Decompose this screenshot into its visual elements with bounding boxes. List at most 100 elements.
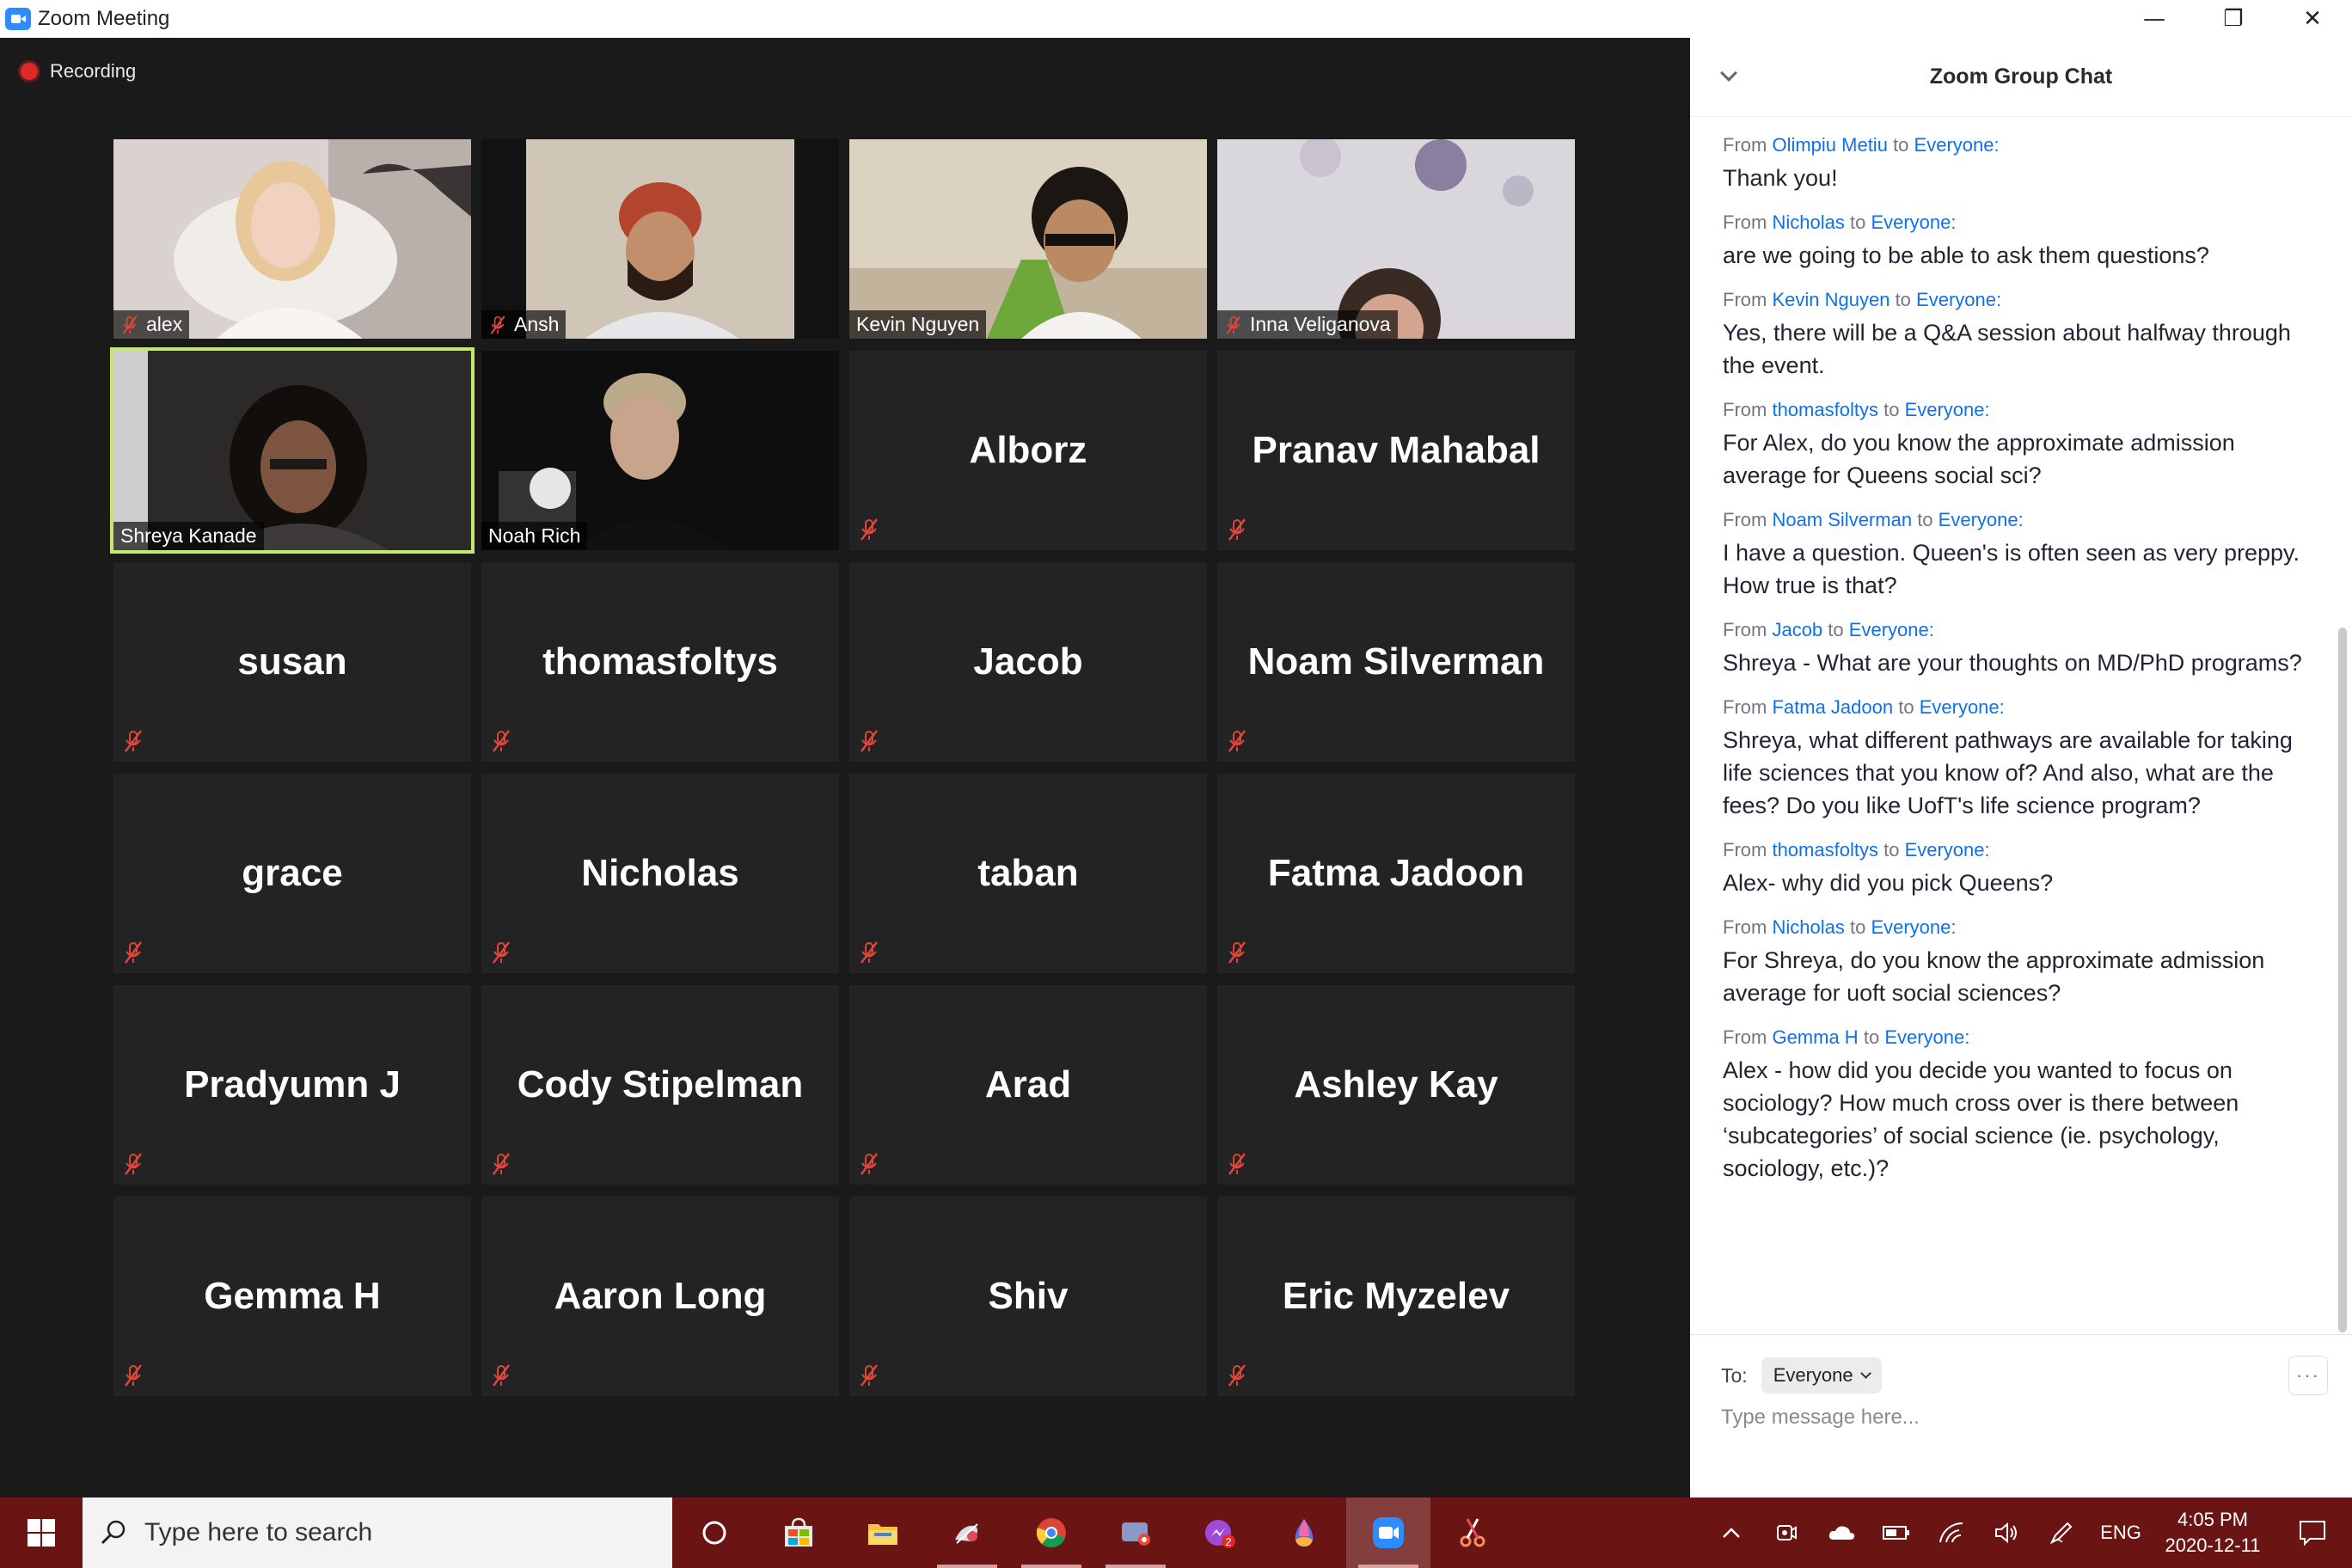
participant-tile[interactable]: Noam Silverman bbox=[1217, 562, 1575, 762]
folder-icon bbox=[868, 1524, 897, 1545]
participant-tile[interactable]: grace bbox=[113, 774, 471, 973]
message-input[interactable] bbox=[1721, 1406, 2306, 1430]
participant-tile[interactable]: Nicholas bbox=[481, 774, 839, 973]
video-feed bbox=[1217, 139, 1575, 339]
minimize-button[interactable]: — bbox=[2115, 0, 2194, 38]
recipient-dropdown[interactable]: Everyone bbox=[1761, 1357, 1882, 1393]
recipient-name[interactable]: Everyone: bbox=[1916, 289, 2001, 310]
chat-message-list[interactable]: From Olimpiu Metiu to Everyone: Thank yo… bbox=[1723, 134, 2307, 1202]
to-label: to bbox=[1828, 619, 1844, 640]
tray-battery[interactable] bbox=[1869, 1498, 1924, 1568]
taskbar-snipping-tool[interactable] bbox=[1430, 1498, 1515, 1568]
taskbar-teams-chat[interactable] bbox=[1093, 1498, 1178, 1568]
recipient-name[interactable]: Everyone: bbox=[1871, 211, 1956, 233]
tray-volume[interactable] bbox=[1979, 1498, 2034, 1568]
recipient-name[interactable]: Everyone: bbox=[1939, 509, 2024, 530]
participant-tile[interactable]: Fatma Jadoon bbox=[1217, 774, 1575, 973]
system-tray: ENG 4:05 PM 2020-12-11 bbox=[1704, 1498, 2352, 1568]
taskbar-messenger[interactable]: 2 bbox=[1178, 1498, 1262, 1568]
sender-name[interactable]: Nicholas bbox=[1772, 211, 1844, 233]
tray-pen[interactable] bbox=[2034, 1498, 2089, 1568]
restore-button[interactable]: ❐ bbox=[2194, 0, 2273, 38]
participant-tile[interactable]: susan bbox=[113, 562, 471, 762]
from-label: From bbox=[1723, 1026, 1767, 1048]
participant-tile[interactable]: Eric Myzelev bbox=[1217, 1197, 1575, 1396]
muted-mic-icon bbox=[1228, 1153, 1246, 1175]
close-button[interactable]: ✕ bbox=[2273, 0, 2352, 38]
tray-onedrive[interactable] bbox=[1814, 1498, 1869, 1568]
participant-tile[interactable]: Ashley Kay bbox=[1217, 985, 1575, 1185]
participant-tile[interactable]: Alborz bbox=[849, 351, 1207, 550]
participant-tile[interactable]: Cody Stipelman bbox=[481, 985, 839, 1185]
more-options-button[interactable]: ··· bbox=[2288, 1356, 2328, 1395]
to-label: to bbox=[1883, 399, 1900, 420]
recipient-name[interactable]: Everyone: bbox=[1920, 696, 2005, 718]
message-text: For Shreya, do you know the approximate … bbox=[1723, 947, 2265, 1006]
muted-mic-icon bbox=[122, 315, 138, 334]
taskbar-chrome[interactable] bbox=[1009, 1498, 1093, 1568]
taskbar-snip-app[interactable] bbox=[925, 1498, 1009, 1568]
participant-name: Shreya Kanade bbox=[120, 524, 257, 547]
recipient-name[interactable]: Everyone: bbox=[1905, 839, 1990, 861]
windows-taskbar: Type here to search 2 ENG 4:05 PM 2020-1… bbox=[0, 1498, 2352, 1568]
taskbar-zoom[interactable] bbox=[1346, 1498, 1430, 1568]
message-meta: From Kevin Nguyen to Everyone: bbox=[1723, 289, 2307, 311]
participant-tile[interactable]: thomasfoltys bbox=[481, 562, 839, 762]
video-tile-inna-veliganova[interactable]: Inna Veliganova bbox=[1217, 139, 1575, 339]
recipient-name[interactable]: Everyone: bbox=[1884, 1026, 1969, 1048]
recipient-name[interactable]: Everyone: bbox=[1914, 134, 2000, 156]
sender-name[interactable]: Olimpiu Metiu bbox=[1772, 134, 1887, 156]
video-tile-alex[interactable]: alex bbox=[113, 139, 471, 339]
tray-meet-now[interactable] bbox=[1759, 1498, 1814, 1568]
message-text: I have a question. Queen's is often seen… bbox=[1723, 540, 2300, 598]
tray-network[interactable] bbox=[1924, 1498, 1979, 1568]
recipient-name[interactable]: Everyone: bbox=[1871, 916, 1956, 938]
paint-drop-icon bbox=[1295, 1519, 1314, 1547]
muted-mic-icon bbox=[861, 1153, 878, 1175]
video-tile-kevin-nguyen[interactable]: Kevin Nguyen bbox=[849, 139, 1207, 339]
sender-name[interactable]: Jacob bbox=[1772, 619, 1822, 640]
chat-message: From Jacob to Everyone: Shreya - What ar… bbox=[1723, 619, 2307, 679]
participant-label: Shreya Kanade bbox=[113, 522, 264, 550]
taskbar-paint-app[interactable] bbox=[1262, 1498, 1346, 1568]
sender-name[interactable]: Nicholas bbox=[1772, 916, 1844, 938]
participant-tile[interactable]: Aaron Long bbox=[481, 1197, 839, 1396]
start-button[interactable] bbox=[0, 1498, 83, 1568]
show-hidden-icons-button[interactable] bbox=[1704, 1498, 1759, 1568]
input-language-indicator[interactable]: ENG bbox=[2089, 1522, 2153, 1544]
recipient-name[interactable]: Everyone: bbox=[1905, 399, 1990, 420]
muted-mic-icon bbox=[125, 1364, 142, 1387]
chat-app-icon bbox=[1122, 1522, 1150, 1546]
taskbar-search-box[interactable]: Type here to search bbox=[83, 1498, 672, 1568]
task-view-button[interactable] bbox=[672, 1498, 756, 1568]
recipient-name[interactable]: Everyone: bbox=[1849, 619, 1934, 640]
chevron-down-icon[interactable] bbox=[1720, 64, 1737, 82]
recording-indicator[interactable]: Recording bbox=[21, 60, 136, 83]
participant-tile[interactable]: Pranav Mahabal bbox=[1217, 351, 1575, 550]
chat-scrollbar[interactable] bbox=[2338, 628, 2347, 1332]
participant-tile[interactable]: taban bbox=[849, 774, 1207, 973]
chat-message: From Olimpiu Metiu to Everyone: Thank yo… bbox=[1723, 134, 2307, 194]
taskbar-file-explorer[interactable] bbox=[841, 1498, 925, 1568]
video-tile-shreya-kanade[interactable]: Shreya Kanade bbox=[110, 347, 475, 554]
taskbar-store[interactable] bbox=[756, 1498, 841, 1568]
participant-name: Aaron Long bbox=[554, 1275, 767, 1317]
participant-tile[interactable]: Pradyumn J bbox=[113, 985, 471, 1185]
video-tile-ansh[interactable]: Ansh bbox=[481, 139, 839, 339]
sender-name[interactable]: thomasfoltys bbox=[1772, 399, 1878, 420]
participant-tile[interactable]: Arad bbox=[849, 985, 1207, 1185]
participant-tile[interactable]: Gemma H bbox=[113, 1197, 471, 1396]
participant-tile[interactable]: Jacob bbox=[849, 562, 1207, 762]
action-center-button[interactable] bbox=[2273, 1498, 2352, 1568]
video-tile-noah-rich[interactable]: Noah Rich bbox=[481, 351, 839, 550]
sender-name[interactable]: Kevin Nguyen bbox=[1772, 289, 1890, 310]
taskbar-clock[interactable]: 4:05 PM 2020-12-11 bbox=[2153, 1507, 2273, 1559]
sender-name[interactable]: Noam Silverman bbox=[1772, 509, 1912, 530]
participant-name: Eric Myzelev bbox=[1282, 1275, 1510, 1317]
sender-name[interactable]: Gemma H bbox=[1772, 1026, 1858, 1048]
participant-name: Nicholas bbox=[581, 852, 739, 894]
chevron-up-icon bbox=[1723, 1528, 1740, 1538]
sender-name[interactable]: thomasfoltys bbox=[1772, 839, 1878, 861]
participant-tile[interactable]: Shiv bbox=[849, 1197, 1207, 1396]
sender-name[interactable]: Fatma Jadoon bbox=[1772, 696, 1893, 718]
